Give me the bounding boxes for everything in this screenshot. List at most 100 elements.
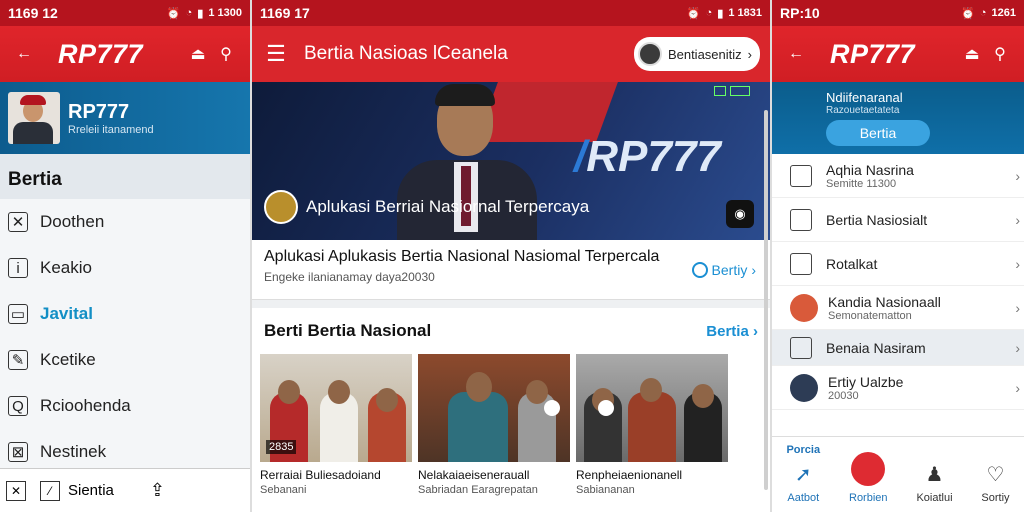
- page-title: Bertia Nasioas lCeanela: [304, 43, 508, 64]
- news-grid: 2835 Rerraiai Buliesadoiand Sebanani Nel…: [252, 354, 770, 512]
- wifi-icon: ◔: [185, 7, 193, 19]
- camera-icon[interactable]: ◉: [726, 200, 754, 228]
- chevron-right-icon: ›: [1015, 167, 1020, 184]
- nav-item-bell[interactable]: ♟ Koiatlui: [916, 462, 952, 504]
- status-time: 1169 12: [8, 5, 58, 21]
- card-subtitle: Engeke ilanianamay daya20030: [264, 270, 435, 284]
- news-section-header: Berti Bertia Nasional Bertia ›: [252, 308, 770, 354]
- status-bar: 1169 17 ⏰ ◔ ▮ 1 1831: [252, 0, 770, 26]
- search-icon: Q: [8, 396, 28, 416]
- nav-label: Koiatlui: [916, 492, 953, 504]
- nav-item-label: Doothen: [40, 212, 105, 231]
- tile-title: Nelakaiaeisenerauall: [418, 468, 530, 482]
- tile-subtitle: Sebanani: [260, 484, 307, 496]
- image-icon: ⊠: [8, 442, 28, 462]
- news-tile[interactable]: 2835 Rerraiai Buliesadoiand Sebanani: [260, 354, 412, 512]
- edit-icon[interactable]: ⁄: [40, 480, 60, 501]
- feature-card[interactable]: Aplukasi Aplukasis Bertia Nasional Nasio…: [252, 240, 770, 300]
- app-bar: ☰ Bertia Nasioas lCeanela Bentiasenitiz …: [252, 26, 770, 82]
- chevron-right-icon: ›: [1015, 211, 1020, 228]
- nav-item-heart[interactable]: ♡ Sortiy: [981, 462, 1009, 504]
- nav-item-label: Kcetike: [40, 350, 96, 369]
- wifi-icon: ◔: [979, 7, 987, 19]
- back-arrow-icon[interactable]: ←: [10, 40, 38, 68]
- promo-banner: Ndiifenaranal Razouetaetateta Bertia: [772, 82, 1024, 154]
- alarm-icon: ⏰: [961, 7, 975, 20]
- nav-item-label: Keakio: [40, 258, 92, 277]
- banner-button[interactable]: Bertia: [826, 120, 930, 146]
- menu-row[interactable]: Rotalkat ›: [772, 242, 1024, 286]
- news-section-title: Berti Bertia Nasional: [264, 321, 432, 340]
- bottom-label[interactable]: Sientia: [68, 482, 114, 499]
- brand-logo: RP777: [58, 38, 144, 69]
- nav-item-4[interactable]: Q Rcioohenda: [0, 383, 250, 429]
- status-right: 1 1300: [208, 7, 242, 19]
- hero-caption: Aplukasi Berriai Nasiornal Terpercaya: [264, 190, 589, 224]
- search-icon[interactable]: ⚲: [986, 40, 1014, 68]
- banner-title: Ndiifenaranal: [826, 90, 903, 105]
- news-photo: [418, 354, 570, 462]
- share-icon[interactable]: ⇪: [150, 480, 165, 501]
- search-icon[interactable]: ⚲: [212, 40, 240, 68]
- menu-row[interactable]: Kandia Nasionaall Semonatematton ›: [772, 286, 1024, 330]
- hero-logo: /RP777: [574, 132, 721, 181]
- row-title: Rotalkat: [826, 255, 878, 272]
- row-title: Ertiy Ualzbe: [828, 373, 904, 390]
- nav-item-center[interactable]: Rorbien: [849, 452, 888, 504]
- status-right: 1 1831: [728, 7, 762, 19]
- back-arrow-icon[interactable]: ←: [782, 40, 810, 68]
- bell-icon[interactable]: ⏏: [958, 40, 986, 68]
- nav-item-2[interactable]: ▭ Javital: [0, 291, 250, 337]
- status-time: 1169 17: [260, 5, 310, 21]
- menu-row[interactable]: Bertia Nasiosialt ›: [772, 198, 1024, 242]
- nav-list: ✕ Doothen i Keakio ▭ Javital ✎ Kcetike Q Rcioohen…: [0, 199, 250, 475]
- nav-item-home[interactable]: Porcia ➚ Aatbot: [786, 444, 820, 504]
- profile-header[interactable]: RP777 Rreleii itanamend: [0, 82, 250, 154]
- card-link[interactable]: Bertiy ›: [691, 262, 756, 278]
- center-action-icon: [851, 452, 886, 486]
- see-more-link[interactable]: Bertia ›: [706, 323, 758, 340]
- wifi-icon: ◔: [705, 7, 713, 19]
- brand-logo: RP777: [830, 38, 916, 69]
- row-title: Benaia Nasiram: [826, 339, 926, 356]
- nav-label: Rorbien: [849, 492, 888, 504]
- nav-item-label: Nestinek: [40, 442, 107, 461]
- nav-item-1[interactable]: i Keakio: [0, 245, 250, 291]
- tile-subtitle: Sabriadan Earagrepatan: [418, 484, 538, 496]
- menu-row[interactable]: Ertiy Ualzbe 20030 ›: [772, 366, 1024, 410]
- news-tile[interactable]: Renpheiaenionanell Sabiananan: [576, 354, 728, 512]
- chevron-right-icon: ›: [751, 262, 756, 278]
- check-circle-icon: [691, 262, 708, 278]
- row-title: Aqhia Nasrina: [826, 161, 914, 178]
- menu-row[interactable]: Aqhia Nasrina Semitte 11300 ›: [772, 154, 1024, 198]
- scrollbar[interactable]: [764, 110, 768, 490]
- row-subtitle: Semitte 11300: [826, 177, 897, 190]
- news-tile[interactable]: Nelakaiaeisenerauall Sabriadan Earagrepa…: [418, 354, 570, 512]
- hero-banner[interactable]: /RP777 Aplukasi Berriai Nasiornal Terper…: [252, 82, 770, 240]
- avatar: [637, 42, 662, 66]
- row-title: Bertia Nasiosialt: [826, 211, 928, 228]
- news-photo: [576, 354, 728, 462]
- account-chip[interactable]: Bentiasenitiz ›: [633, 37, 760, 71]
- clipboard-icon: [790, 252, 812, 275]
- cursor-icon: ➚: [794, 464, 812, 486]
- nav-item-label: Javital: [40, 304, 93, 323]
- image-icon[interactable]: ✕: [6, 480, 26, 501]
- video-duration: 2835: [266, 440, 297, 454]
- avatar: [8, 92, 60, 144]
- right-panel: RP:10 ⏰ ◔ 1261 ← RP777 ⏏ ⚲ Ndiifenaranal R…: [772, 0, 1024, 512]
- nav-item-3[interactable]: ✎ Kcetike: [0, 337, 250, 383]
- bell-icon: ♟: [925, 464, 944, 486]
- nav-item-0[interactable]: ✕ Doothen: [0, 199, 250, 245]
- menu-row[interactable]: Benaia Nasiram ›: [772, 330, 1024, 366]
- banner-subtitle: Razouetaetateta: [826, 105, 900, 116]
- status-bar: 1169 12 ⏰ ◔ ▮ 1 1300: [0, 0, 250, 26]
- play-icon: [543, 400, 560, 416]
- app-bar: ← RP777 ⏏ ⚲: [0, 26, 250, 82]
- menu-icon[interactable]: ☰: [262, 40, 290, 68]
- nav-item-label: Rcioohenda: [40, 396, 131, 415]
- bell-icon[interactable]: ⏏: [184, 40, 212, 68]
- tile-subtitle: Sabiananan: [576, 484, 635, 496]
- row-subtitle: 20030: [828, 389, 859, 402]
- status-right: 1261: [991, 7, 1016, 19]
